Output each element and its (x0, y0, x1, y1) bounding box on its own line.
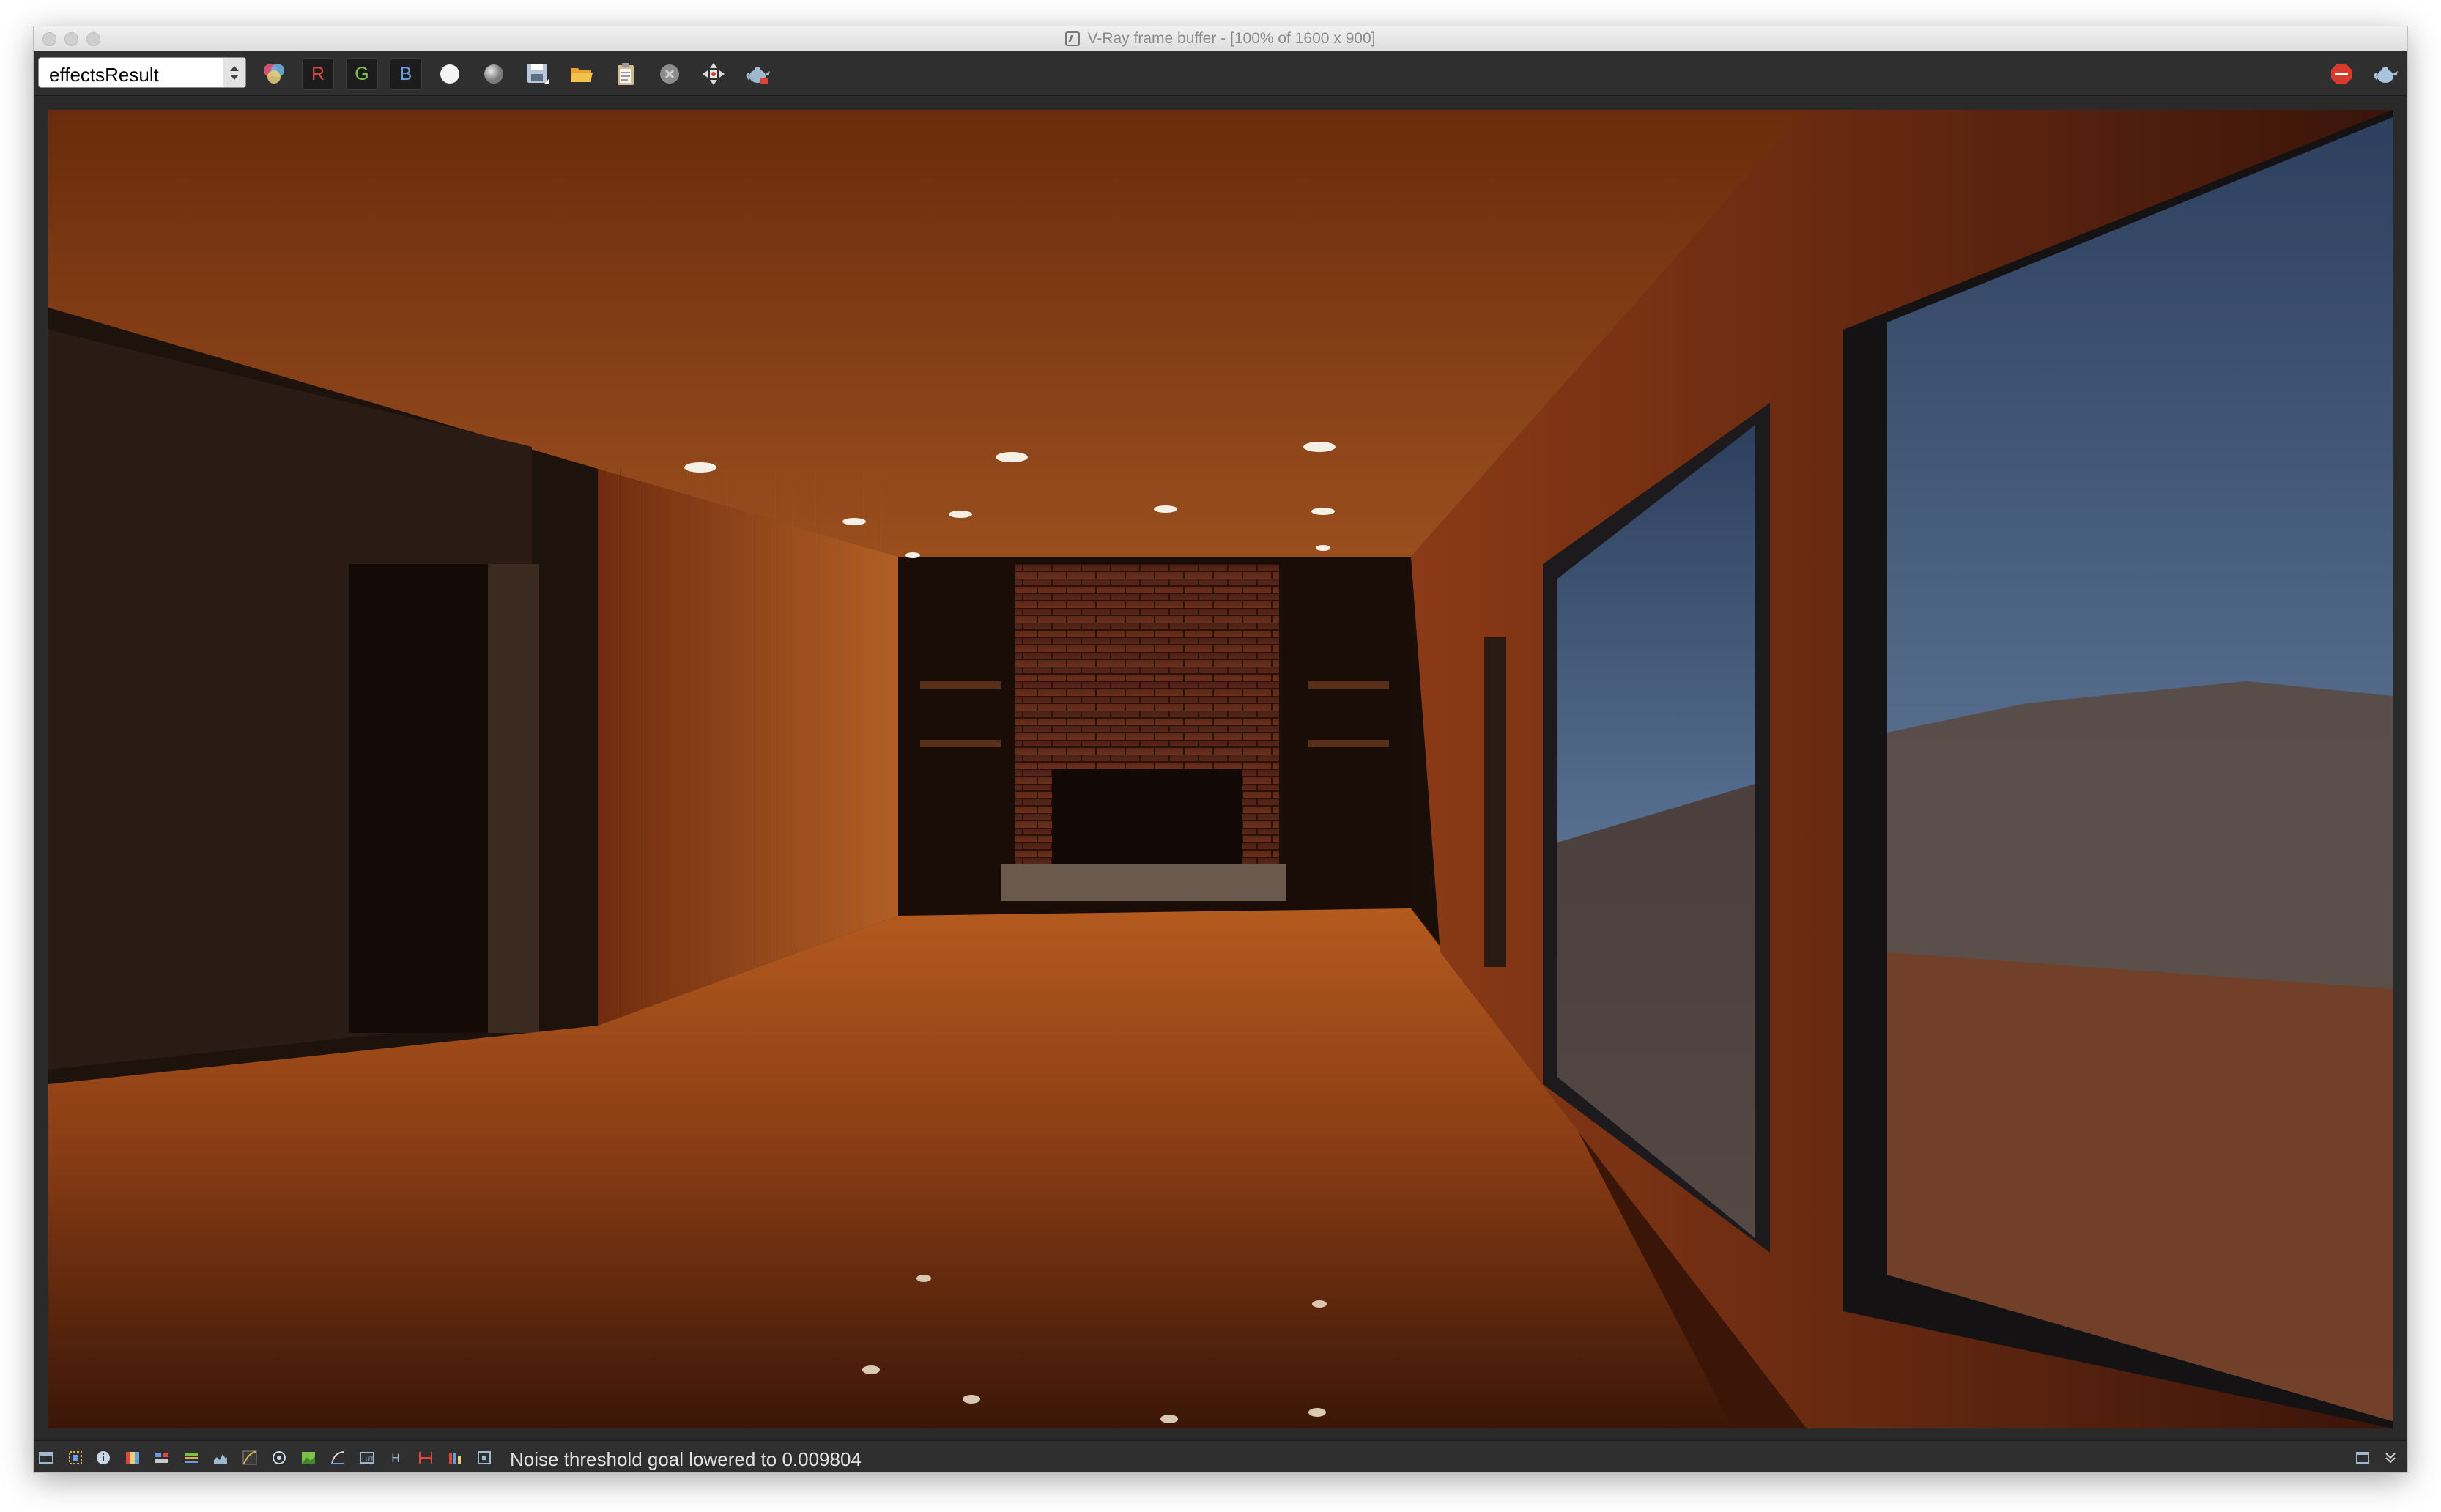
render-channel-value: effectsResult (49, 64, 159, 86)
chevron-down-icon (230, 74, 239, 80)
show-alpha-button[interactable] (434, 58, 466, 90)
color-corrections-button[interactable] (258, 58, 290, 90)
render-channel-select[interactable]: effectsResult (38, 57, 246, 88)
monochrome-button[interactable] (478, 58, 510, 90)
blue-channel-button[interactable]: B (390, 58, 422, 90)
clear-image-button[interactable] (653, 58, 686, 90)
status-bar: LUT H Noise threshold goal lowered to 0.… (34, 1440, 2407, 1472)
save-image-button[interactable] (522, 58, 554, 90)
svg-text:LUT: LUT (362, 1456, 374, 1464)
vray-app-icon (1065, 32, 1081, 46)
folder-icon (571, 68, 593, 82)
svg-text:H: H (391, 1451, 400, 1465)
stop-sign-icon (2331, 64, 2352, 84)
exposure-curve-icon[interactable] (330, 1450, 346, 1466)
compare-ab-icon[interactable] (418, 1450, 434, 1466)
top-toolbar: effectsResult R G B (34, 51, 2407, 96)
green-channel-label: G (355, 63, 369, 84)
region-render-button[interactable] (741, 58, 774, 90)
teapot-icon (746, 67, 770, 84)
load-image-button[interactable] (566, 58, 598, 90)
clear-x-icon (660, 64, 679, 84)
hsl-icon[interactable]: H (388, 1450, 404, 1466)
region-select-icon[interactable] (67, 1450, 84, 1466)
channel-bars-icon[interactable] (447, 1450, 463, 1466)
chevron-double-down-icon[interactable] (2382, 1450, 2399, 1466)
sidebar-toggle-icon[interactable] (38, 1450, 54, 1466)
track-mouse-button[interactable] (697, 58, 730, 90)
gray-sphere-icon (484, 64, 503, 84)
floppy-disk-icon (527, 64, 549, 84)
compare-icon[interactable] (154, 1450, 170, 1466)
green-channel-button[interactable]: G (346, 58, 378, 90)
teapot-render-icon (2374, 67, 2398, 83)
background-image-icon[interactable] (300, 1450, 316, 1466)
pixel-info-icon[interactable] (476, 1450, 492, 1466)
title-bar: V-Ray frame buffer - [100% of 1600 x 900… (34, 26, 2407, 52)
white-circle-icon (440, 64, 459, 84)
lens-effects-icon[interactable] (271, 1450, 287, 1466)
red-channel-button[interactable]: R (302, 58, 334, 90)
copy-to-clipboard-button[interactable] (610, 58, 642, 90)
clipboard-icon (618, 63, 634, 85)
chevron-up-icon (230, 65, 239, 71)
curves-icon[interactable] (242, 1450, 258, 1466)
color-circles-icon (264, 64, 284, 84)
fullscreen-icon[interactable] (2355, 1450, 2371, 1466)
interior-render-illustration (48, 110, 2393, 1428)
info-icon[interactable] (95, 1450, 111, 1466)
histogram-icon[interactable] (212, 1450, 229, 1466)
window-title: V-Ray frame buffer - [100% of 1600 x 900… (1087, 30, 1376, 47)
vray-frame-buffer-window: V-Ray frame buffer - [100% of 1600 x 900… (34, 26, 2407, 1472)
red-channel-label: R (311, 63, 325, 84)
stop-render-button[interactable] (2325, 58, 2357, 90)
channel-stepper[interactable] (223, 58, 245, 87)
lut-icon[interactable]: LUT (359, 1450, 375, 1466)
status-message: Noise threshold goal lowered to 0.009804 (510, 1448, 862, 1470)
blue-channel-label: B (399, 63, 412, 84)
color-gradient-icon[interactable] (125, 1450, 141, 1466)
levels-icon[interactable] (183, 1450, 199, 1466)
move-arrows-icon (703, 63, 725, 85)
start-render-button[interactable] (2369, 58, 2401, 90)
rendered-image[interactable] (48, 110, 2393, 1428)
